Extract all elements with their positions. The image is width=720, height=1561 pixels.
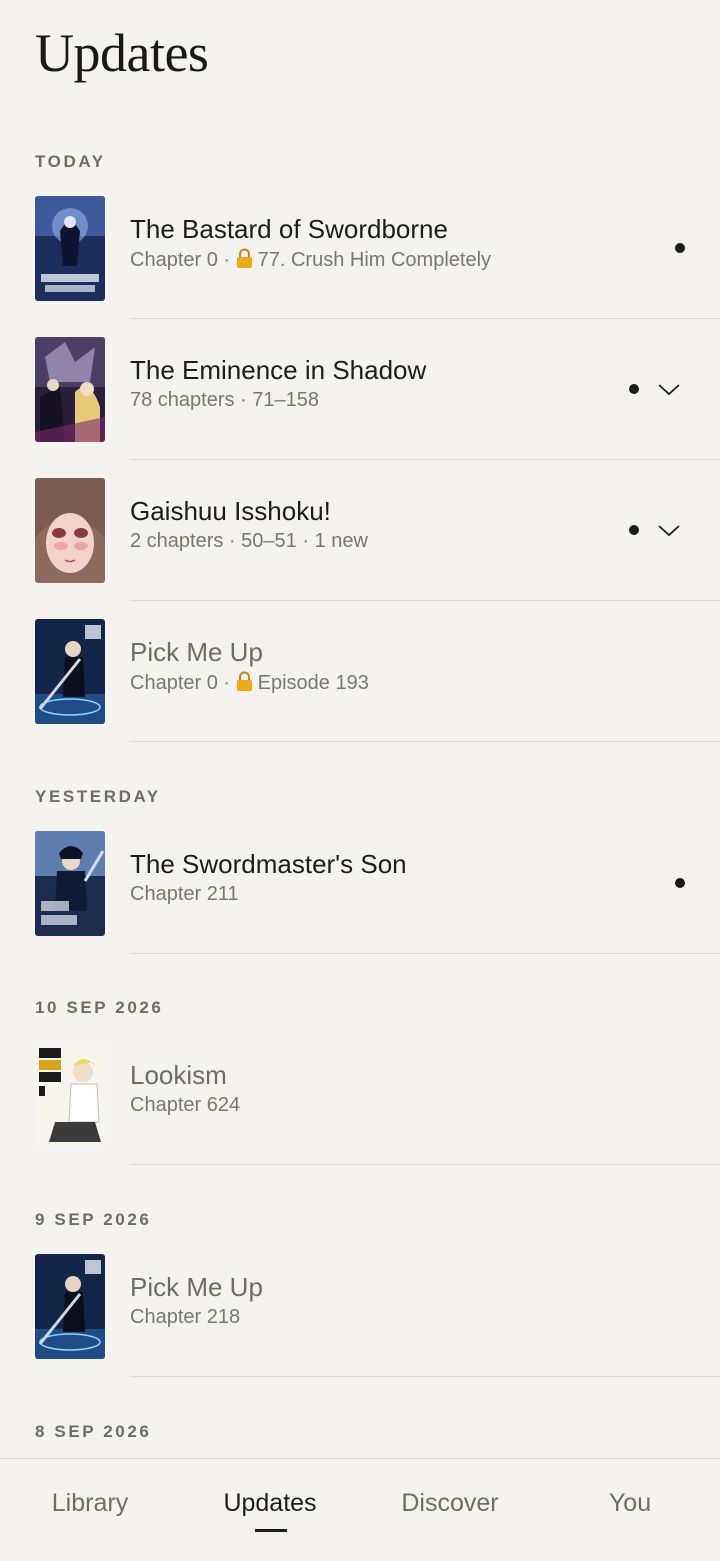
update-row[interactable]: Gaishuu Isshoku! 2 chapters · 50–51 · 1 …	[0, 460, 720, 601]
divider	[130, 953, 720, 954]
cover-image	[35, 196, 105, 301]
chevron-down-icon[interactable]	[657, 520, 681, 540]
unread-dot	[675, 878, 685, 888]
update-row[interactable]: Pick Me Up Chapter 218	[0, 1236, 720, 1377]
chapter-info: Chapter 624	[130, 1094, 241, 1116]
cover-image	[35, 337, 105, 442]
chapter-info-suffix: Episode 193	[257, 672, 369, 694]
cover-image	[35, 478, 105, 583]
tab-discover[interactable]: Discover	[360, 1489, 540, 1518]
chapter-info: Chapter 0 · Episode 193	[130, 671, 369, 695]
section-label-yesterday: YESTERDAY	[35, 787, 161, 806]
update-row[interactable]: Lookism Chapter 624	[0, 1024, 720, 1165]
tab-you[interactable]: You	[540, 1489, 720, 1518]
unread-dot	[629, 384, 639, 394]
section-label-date: 10 SEP 2026	[35, 998, 164, 1017]
tab-updates[interactable]: Updates	[180, 1489, 360, 1518]
chapter-info: Chapter 211	[130, 883, 239, 905]
divider	[130, 1164, 720, 1165]
cover-image	[35, 619, 105, 724]
update-row[interactable]: Pick Me Up Chapter 0 · Episode 193	[0, 601, 720, 742]
series-title: Pick Me Up	[130, 1272, 263, 1302]
series-title: The Bastard of Swordborne	[130, 214, 448, 244]
cover-image	[35, 1254, 105, 1359]
chapter-info-prefix: Chapter 0 ·	[130, 672, 236, 694]
unread-dot	[675, 243, 685, 253]
updates-feed[interactable]: Updates TODAY The Bastard of Swordborne …	[0, 0, 720, 1458]
bottom-tab-bar: Library Updates Discover You	[0, 1458, 720, 1561]
series-title: The Eminence in Shadow	[130, 355, 427, 385]
section-label-today: TODAY	[35, 152, 106, 171]
series-title: Lookism	[130, 1060, 227, 1090]
chapter-info: Chapter 0 · 77. Crush Him Completely	[130, 248, 491, 272]
chapter-info: 2 chapters · 50–51 · 1 new	[130, 530, 368, 552]
chevron-down-icon[interactable]	[657, 379, 681, 399]
divider	[130, 741, 720, 742]
chapter-info: 78 chapters · 71–158	[130, 389, 320, 411]
unread-dot	[629, 525, 639, 535]
lock-icon	[236, 671, 252, 691]
chapter-info: Chapter 218	[130, 1306, 241, 1328]
lock-icon	[236, 248, 252, 268]
page-title: Updates	[35, 23, 209, 83]
series-title: Pick Me Up	[130, 637, 263, 667]
chapter-info-prefix: Chapter 0 ·	[130, 249, 236, 271]
update-row[interactable]: The Bastard of Swordborne Chapter 0 · 77…	[0, 178, 720, 319]
series-title: Gaishuu Isshoku!	[130, 496, 331, 526]
section-label-date: 9 SEP 2026	[35, 1210, 152, 1229]
chapter-info-suffix: 77. Crush Him Completely	[257, 249, 492, 271]
series-title: The Swordmaster's Son	[130, 849, 407, 879]
tab-library[interactable]: Library	[0, 1489, 180, 1518]
active-tab-indicator	[255, 1529, 287, 1532]
section-label-date: 8 SEP 2026	[35, 1422, 152, 1441]
cover-image	[35, 831, 105, 936]
cover-image	[35, 1042, 105, 1147]
update-row[interactable]: The Eminence in Shadow 78 chapters · 71–…	[0, 319, 720, 460]
divider	[130, 1376, 720, 1377]
update-row[interactable]: The Swordmaster's Son Chapter 211	[0, 813, 720, 954]
